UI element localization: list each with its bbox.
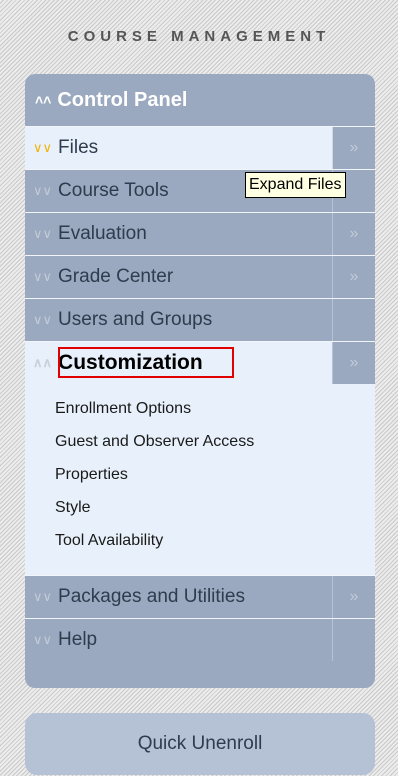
menu-item-label: Course Tools <box>58 180 169 201</box>
chevron-down-icon: ∨∨ <box>33 183 53 198</box>
quick-unenroll-button[interactable]: Quick Unenroll <box>25 713 375 775</box>
control-panel-title: Control Panel <box>57 88 188 111</box>
chevron-down-icon: ∨∨ <box>33 269 53 284</box>
menu-item-evaluation-label-area[interactable]: ∨∨ Evaluation <box>25 213 333 255</box>
expand-evaluation-button[interactable]: » <box>333 213 375 255</box>
expand-customization-button[interactable]: » <box>333 342 375 384</box>
submenu-item-guest-and-observer-access[interactable]: Guest and Observer Access <box>25 425 375 458</box>
menu-item-label: Grade Center <box>58 266 174 287</box>
menu-item-label: Files <box>58 137 99 158</box>
expand-grade-center-button[interactable]: » <box>333 256 375 298</box>
submenu-item-style[interactable]: Style <box>25 491 375 524</box>
section-title: COURSE MANAGEMENT <box>67 28 331 45</box>
menu-item-users-and-groups[interactable]: ∨∨ Users and Groups <box>25 298 375 341</box>
menu-item-label: Help <box>58 629 98 650</box>
double-chevron-right-icon: » <box>349 268 359 285</box>
chevron-down-icon: ∨∨ <box>33 226 53 241</box>
control-panel-header[interactable]: ˄˄ Control Panel <box>25 74 375 126</box>
expand-packages-and-utilities-button[interactable]: » <box>333 576 375 618</box>
customization-submenu: Enrollment Options Guest and Observer Ac… <box>25 384 375 575</box>
menu-item-label: Users and Groups <box>58 309 213 330</box>
chevron-down-icon: ∨∨ <box>33 632 53 647</box>
chevron-down-icon: ∨∨ <box>33 140 53 155</box>
double-chevron-right-icon: » <box>349 139 359 156</box>
double-chevron-right-icon: » <box>349 225 359 242</box>
expand-users-and-groups-area <box>333 299 375 341</box>
expand-files-button[interactable]: » <box>333 127 375 169</box>
customization-highlight-box <box>58 347 234 378</box>
control-panel: ˄˄ Control Panel ∨∨ Files » ∨∨ Course To… <box>25 74 375 688</box>
menu-item-evaluation[interactable]: ∨∨ Evaluation » <box>25 212 375 255</box>
menu-item-files[interactable]: ∨∨ Files » <box>25 126 375 169</box>
menu-item-packages-and-utilities[interactable]: ∨∨ Packages and Utilities » <box>25 575 375 618</box>
menu-item-help-label-area[interactable]: ∨∨ Help <box>25 619 333 661</box>
menu-item-users-and-groups-label-area[interactable]: ∨∨ Users and Groups <box>25 299 333 341</box>
menu-item-grade-center-label-area[interactable]: ∨∨ Grade Center <box>25 256 333 298</box>
double-chevron-right-icon: » <box>349 354 359 371</box>
submenu-item-tool-availability[interactable]: Tool Availability <box>25 524 375 557</box>
menu-item-files-label-area[interactable]: ∨∨ Files <box>25 127 333 169</box>
menu-item-help[interactable]: ∨∨ Help <box>25 618 375 661</box>
chevron-down-icon: ∨∨ <box>33 589 53 604</box>
menu-item-label: Evaluation <box>58 223 147 244</box>
menu-item-grade-center[interactable]: ∨∨ Grade Center » <box>25 255 375 298</box>
expand-help-area <box>333 619 375 661</box>
submenu-item-properties[interactable]: Properties <box>25 458 375 491</box>
menu-item-label: Packages and Utilities <box>58 586 245 607</box>
tooltip-expand-files: Expand Files <box>245 172 346 198</box>
double-chevron-right-icon: » <box>349 588 359 605</box>
menu-item-customization[interactable]: ∧∧ Customization » <box>25 341 375 384</box>
chevron-down-icon: ∨∨ <box>33 312 53 327</box>
menu-item-packages-and-utilities-label-area[interactable]: ∨∨ Packages and Utilities <box>25 576 333 618</box>
submenu-item-enrollment-options[interactable]: Enrollment Options <box>25 392 375 425</box>
chevron-up-icon: ∧∧ <box>33 355 53 370</box>
collapse-icon: ˄˄ <box>35 92 52 108</box>
